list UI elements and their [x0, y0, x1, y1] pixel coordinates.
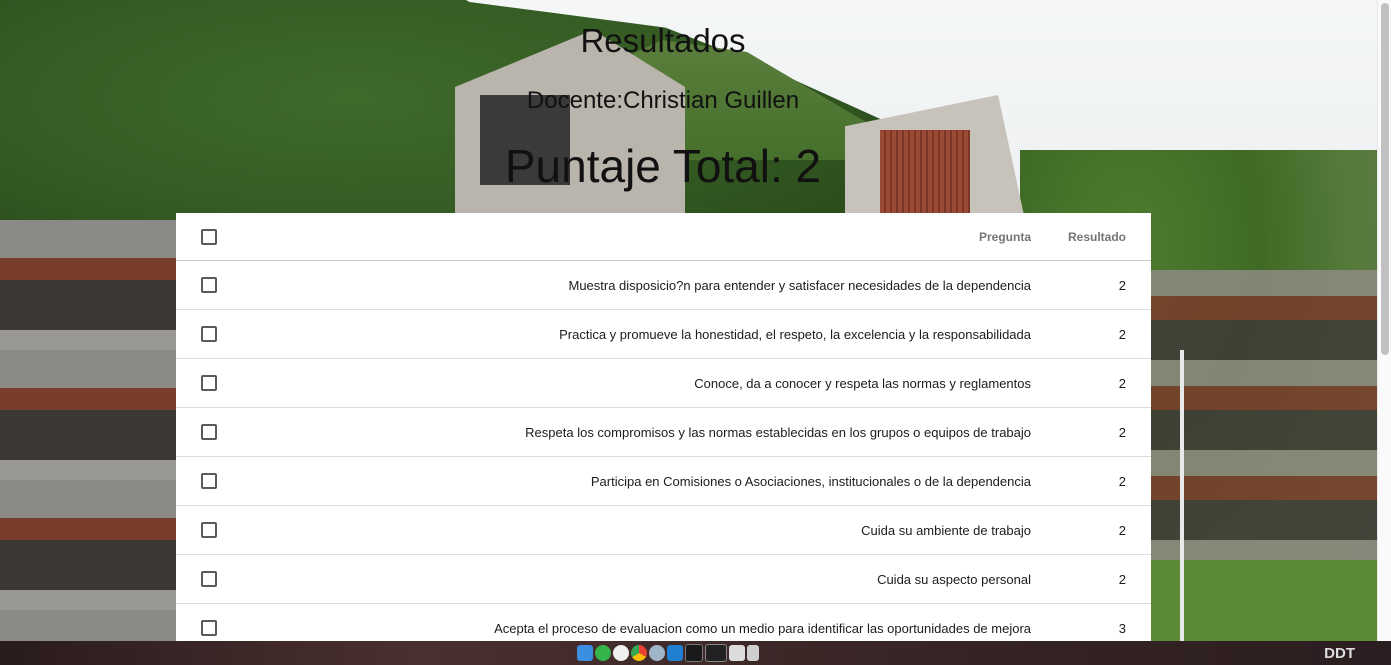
chrome-icon[interactable] — [631, 645, 647, 661]
result-cell: 2 — [1051, 260, 1151, 310]
question-cell: Cuida su ambiente de trabajo — [267, 505, 1051, 555]
dock — [577, 642, 759, 664]
finder-icon[interactable] — [577, 645, 593, 661]
table-row[interactable]: Muestra disposicio?n para entender y sat… — [176, 260, 1151, 310]
table-row[interactable]: Conoce, da a conocer y respeta las norma… — [176, 358, 1151, 408]
github-icon[interactable] — [613, 645, 629, 661]
row-checkbox[interactable] — [201, 277, 217, 294]
taskbar: DDT — [0, 641, 1391, 665]
table-row[interactable]: Participa en Comisiones o Asociaciones, … — [176, 456, 1151, 506]
question-cell: Participa en Comisiones o Asociaciones, … — [267, 456, 1051, 506]
vertical-scrollbar[interactable] — [1377, 0, 1391, 641]
monitor-icon[interactable] — [705, 644, 727, 662]
teacher-name: Docente:Christian Guillen — [526, 87, 800, 114]
question-cell: Practica y promueve la honestidad, el re… — [267, 309, 1051, 359]
row-checkbox[interactable] — [201, 375, 217, 392]
table-row[interactable]: Practica y promueve la honestidad, el re… — [176, 309, 1151, 359]
scrollbar-thumb[interactable] — [1381, 3, 1389, 355]
app-icon[interactable] — [649, 645, 665, 661]
row-checkbox[interactable] — [201, 522, 217, 539]
table-row[interactable]: Cuida su aspecto personal 2 — [176, 554, 1151, 604]
taskbar-label: DDT — [1324, 645, 1355, 662]
row-checkbox[interactable] — [201, 424, 217, 441]
question-cell: Muestra disposicio?n para entender y sat… — [267, 260, 1051, 310]
result-cell: 3 — [1051, 603, 1151, 641]
whatsapp-icon[interactable] — [595, 645, 611, 661]
question-cell: Cuida su aspecto personal — [267, 554, 1051, 604]
results-table: Pregunta Resultado Muestra disposicio?n … — [176, 213, 1151, 641]
question-cell: Conoce, da a conocer y respeta las norma… — [267, 358, 1051, 408]
trash-icon[interactable] — [747, 645, 759, 661]
screen-icon[interactable] — [729, 645, 745, 661]
question-cell: Acepta el proceso de evaluacion como un … — [267, 603, 1051, 641]
result-cell: 2 — [1051, 554, 1151, 604]
table-row[interactable]: Acepta el proceso de evaluacion como un … — [176, 603, 1151, 641]
result-cell: 2 — [1051, 358, 1151, 408]
column-header-resultado[interactable]: Resultado — [1051, 213, 1151, 261]
result-cell: 2 — [1051, 456, 1151, 506]
select-all-checkbox[interactable] — [201, 228, 217, 245]
table-header-row: Pregunta Resultado — [176, 213, 1151, 261]
question-cell: Respeta los compromisos y las normas est… — [267, 407, 1051, 457]
result-cell: 2 — [1051, 309, 1151, 359]
result-cell: 2 — [1051, 407, 1151, 457]
total-score: Puntaje Total: 2 — [504, 140, 822, 192]
table-row[interactable]: Respeta los compromisos y las normas est… — [176, 407, 1151, 457]
result-cell: 2 — [1051, 505, 1151, 555]
row-checkbox[interactable] — [201, 620, 217, 637]
page-title: Resultados — [580, 22, 746, 59]
vscode-icon[interactable] — [667, 645, 683, 661]
row-checkbox[interactable] — [201, 326, 217, 343]
terminal-icon[interactable] — [685, 644, 703, 662]
table-row[interactable]: Cuida su ambiente de trabajo 2 — [176, 505, 1151, 555]
row-checkbox[interactable] — [201, 571, 217, 588]
column-header-pregunta[interactable]: Pregunta — [267, 213, 1051, 261]
row-checkbox[interactable] — [201, 473, 217, 490]
